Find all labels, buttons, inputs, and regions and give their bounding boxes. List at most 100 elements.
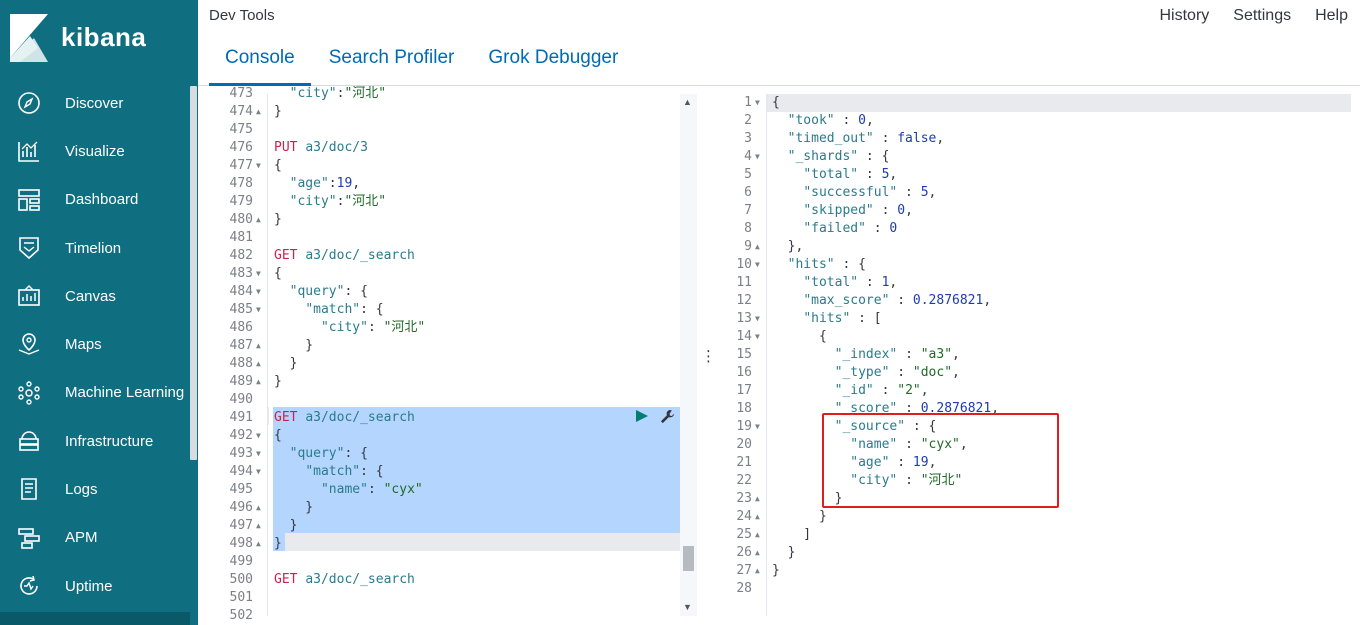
nav-item-infrastructure[interactable]: Infrastructure	[0, 417, 198, 465]
code-token: "total"	[803, 167, 859, 182]
nav-item-maps[interactable]: Maps	[0, 320, 198, 368]
dev-tools-tabs: Console Search Profiler Grok Debugger	[209, 47, 636, 86]
fold-open-icon[interactable]: ▼	[256, 265, 261, 283]
highlight-annotation-box	[822, 413, 1059, 508]
code-token: "timed_out"	[787, 131, 874, 146]
tab-console[interactable]: Console	[209, 47, 311, 86]
fold-open-icon[interactable]: ▼	[256, 301, 261, 319]
fold-close-icon[interactable]: ▲	[755, 238, 760, 256]
nav-item-timelion[interactable]: Timelion	[0, 224, 198, 272]
visualize-icon	[18, 141, 39, 163]
fold-open-icon[interactable]: ▼	[755, 310, 760, 328]
code-line: }	[772, 544, 796, 562]
request-scrollbar[interactable]	[680, 94, 697, 616]
line-number: 16	[736, 365, 752, 380]
line-number: 9	[744, 239, 752, 254]
code-token: "skipped"	[803, 203, 874, 218]
wrench-icon[interactable]	[660, 409, 675, 424]
code-line: }	[274, 103, 282, 121]
nav-item-machine-learning[interactable]: Machine Learning	[0, 369, 198, 417]
fold-open-icon[interactable]: ▼	[755, 256, 760, 274]
tab-search-profiler[interactable]: Search Profiler	[313, 47, 471, 86]
fold-close-icon[interactable]: ▲	[755, 526, 760, 544]
request-scrollbar-thumb[interactable]	[683, 546, 694, 571]
fold-open-icon[interactable]: ▼	[755, 418, 760, 436]
fold-close-icon[interactable]: ▲	[755, 562, 760, 580]
code-token: ,	[928, 185, 937, 200]
code-line: GET a3/doc/_search	[274, 247, 415, 265]
fold-close-icon[interactable]: ▲	[256, 355, 261, 373]
scroll-up-icon[interactable]: ▲	[683, 97, 692, 107]
fold-open-icon[interactable]: ▼	[256, 427, 261, 445]
nav-scrollbar[interactable]	[190, 86, 197, 460]
fold-open-icon[interactable]: ▼	[256, 283, 261, 301]
infrastructure-icon	[19, 431, 39, 451]
response-editor[interactable]: 1 ▼{2 "took" : 0, 3 "timed_out" : false, 4 ▼…	[713, 94, 1353, 616]
fold-close-icon[interactable]: ▲	[256, 499, 261, 517]
line-number: 500	[229, 572, 253, 587]
code-line: }	[772, 508, 827, 526]
code-token: :	[834, 113, 859, 128]
fold-close-icon[interactable]: ▲	[256, 373, 261, 391]
code-line: ]	[772, 526, 811, 544]
fold-close-icon[interactable]: ▲	[256, 535, 261, 553]
fold-close-icon[interactable]: ▲	[755, 544, 760, 562]
nav-item-label: Discover	[65, 94, 124, 112]
code-line: "timed_out" : false,	[772, 130, 945, 148]
nav-item-visualize[interactable]: Visualize	[0, 127, 198, 175]
fold-close-icon[interactable]: ▲	[755, 490, 760, 508]
fold-close-icon[interactable]: ▲	[256, 517, 261, 535]
link-help[interactable]: Help	[1315, 7, 1348, 25]
scroll-down-icon[interactable]: ▼	[683, 602, 692, 612]
fold-close-icon[interactable]: ▲	[256, 103, 261, 121]
fold-open-icon[interactable]: ▼	[755, 328, 760, 346]
code-token: "_shards"	[787, 149, 859, 164]
code-line: {	[274, 427, 282, 445]
line-number: 27	[736, 563, 752, 578]
compass-icon	[18, 92, 40, 114]
line-number: 474	[229, 104, 253, 119]
nav-item-dashboard[interactable]: Dashboard	[0, 176, 198, 224]
code-token: : {	[834, 257, 866, 272]
nav-bottom-item[interactable]	[0, 612, 190, 625]
link-settings[interactable]: Settings	[1233, 7, 1291, 25]
code-line: },	[772, 238, 804, 256]
code-token: {	[274, 266, 282, 281]
fold-open-icon[interactable]: ▼	[755, 94, 760, 112]
code-line: GET a3/doc/_search	[274, 571, 415, 589]
code-token: : {	[360, 302, 384, 317]
tab-grok-debugger[interactable]: Grok Debugger	[472, 47, 634, 86]
nav-item-uptime[interactable]: Uptime	[0, 562, 198, 610]
fold-open-icon[interactable]: ▼	[256, 445, 261, 463]
line-number: 6	[744, 185, 752, 200]
nav-item-apm[interactable]: APM	[0, 514, 198, 562]
fold-open-icon[interactable]: ▼	[755, 148, 760, 166]
link-history[interactable]: History	[1160, 7, 1210, 25]
fold-close-icon[interactable]: ▲	[755, 508, 760, 526]
fold-open-icon[interactable]: ▼	[256, 157, 261, 175]
code-token: :	[897, 185, 921, 200]
nav-item-canvas[interactable]: Canvas	[0, 272, 198, 320]
code-line: "city": "河北"	[274, 319, 425, 337]
top-links: History Settings Help	[1160, 7, 1349, 25]
play-icon[interactable]	[636, 410, 648, 422]
fold-close-icon[interactable]: ▲	[256, 211, 261, 229]
line-number: 489	[229, 374, 253, 389]
code-token: ,	[936, 131, 945, 146]
nav-item-label: Infrastructure	[65, 432, 154, 450]
fold-open-icon[interactable]: ▼	[256, 463, 261, 481]
code-token: "city"	[274, 86, 337, 101]
nav-item-discover[interactable]: Discover	[0, 79, 198, 127]
code-token: "2"	[897, 383, 921, 398]
fold-close-icon[interactable]: ▲	[256, 337, 261, 355]
kibana-logo[interactable]: kibana	[0, 0, 198, 77]
request-editor[interactable]: 473 "city":"河北" 474 ▲} 475 476 PUT a3/doc/3 47…	[207, 86, 680, 623]
code-line: "_type" : "doc",	[772, 364, 960, 382]
nav-item-logs[interactable]: Logs	[0, 465, 198, 513]
line-number: 22	[736, 473, 752, 488]
